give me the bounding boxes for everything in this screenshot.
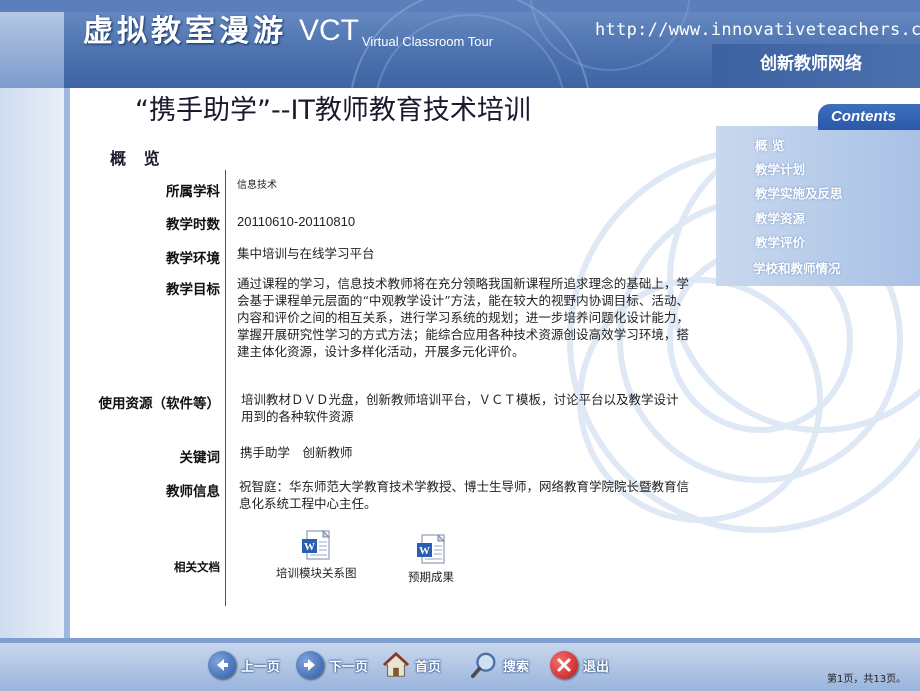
page-indicator: 第1页，共13页。 bbox=[827, 674, 907, 685]
contents-item-evaluation[interactable]: 教学评价 bbox=[755, 232, 805, 251]
close-icon bbox=[550, 651, 578, 679]
arrow-right-icon bbox=[296, 651, 324, 679]
home-label: 首页 bbox=[415, 659, 442, 675]
next-page-label: 下一页 bbox=[329, 659, 369, 675]
contents-item-school-teacher[interactable]: 学校和教师情况 bbox=[753, 258, 841, 277]
network-name: 创新教师网络 bbox=[760, 54, 862, 74]
next-page-button[interactable]: 下一页 bbox=[296, 650, 368, 680]
field-value-teacher: 祝智庭：华东师范大学教育技术学教授、博士生导师，网络教育学院院长暨教育信息化系统… bbox=[239, 479, 690, 511]
magnifier-icon bbox=[470, 651, 498, 679]
svg-text:W: W bbox=[419, 545, 430, 557]
field-value-environment: 集中培训与在线学习平台 bbox=[237, 246, 375, 261]
field-label-subject: 所属学科 bbox=[166, 184, 220, 200]
home-icon bbox=[382, 651, 410, 679]
document-label: 培训模块关系图 bbox=[276, 566, 357, 580]
label-divider bbox=[225, 170, 226, 606]
brand-title-chinese: 虚拟教室漫游 bbox=[83, 14, 287, 49]
field-label-goals: 教学目标 bbox=[166, 282, 220, 298]
field-value-goals: 通过课程的学习，信息技术教师将在充分领略我国新课程所追求理念的基础上，学会基于课… bbox=[237, 276, 689, 359]
contents-item-overview[interactable]: 概 览 bbox=[755, 135, 784, 154]
field-value-keywords: 携手助学 创新教师 bbox=[240, 445, 353, 460]
field-value-subject: 信息技术 bbox=[237, 180, 277, 191]
left-decorative-bar bbox=[64, 88, 70, 643]
site-url[interactable]: http://www.innovativeteachers.cn bbox=[595, 20, 920, 40]
contents-item-plan[interactable]: 教学计划 bbox=[755, 159, 805, 178]
field-label-keywords: 关键词 bbox=[179, 450, 221, 466]
contents-title: Contents bbox=[831, 108, 896, 125]
document-link-module-diagram[interactable]: W 培训模块关系图 bbox=[276, 530, 357, 581]
field-label-resources: 使用资源（软件等） bbox=[98, 396, 221, 412]
home-button[interactable]: 首页 bbox=[382, 650, 441, 680]
exit-button[interactable]: 退出 bbox=[550, 650, 609, 680]
field-label-environment: 教学环境 bbox=[166, 251, 220, 267]
field-label-teacher: 教师信息 bbox=[166, 484, 220, 500]
search-label: 搜索 bbox=[503, 659, 530, 675]
document-label: 预期成果 bbox=[408, 570, 454, 584]
prev-page-label: 上一页 bbox=[241, 659, 281, 675]
document-link-expected-results[interactable]: W 预期成果 bbox=[408, 534, 454, 585]
search-button[interactable]: 搜索 bbox=[470, 650, 529, 680]
field-value-resources: 培训教材ＤＶＤ光盘，创新教师培训平台，ＶＣＴ模板，讨论平台以及教学设计用到的各种… bbox=[241, 392, 679, 424]
bottom-navigation-bar bbox=[0, 643, 920, 691]
field-value-hours: 20110610-20110810 bbox=[237, 214, 356, 229]
header-banner: 虚拟教室漫游 VCT Virtual Classroom Tour http:/… bbox=[0, 0, 920, 88]
field-label-documents: 相关文档 bbox=[174, 560, 220, 574]
word-doc-icon: W bbox=[302, 530, 331, 560]
brand-subtitle: Virtual Classroom Tour bbox=[362, 34, 494, 49]
overview-heading: 概 览 bbox=[110, 149, 166, 168]
brand-vct: VCT bbox=[299, 14, 359, 47]
page-title: “携手助学”--IT教师教育技术培训 bbox=[135, 95, 531, 126]
svg-text:W: W bbox=[304, 541, 315, 553]
arrow-left-icon bbox=[208, 651, 236, 679]
contents-item-implementation[interactable]: 教学实施及反思 bbox=[755, 183, 843, 202]
prev-page-button[interactable]: 上一页 bbox=[208, 650, 280, 680]
field-label-hours: 教学时数 bbox=[166, 217, 220, 233]
exit-label: 退出 bbox=[583, 659, 610, 675]
contents-item-resources[interactable]: 教学资源 bbox=[755, 208, 805, 227]
left-decorative-band bbox=[0, 88, 66, 643]
word-doc-icon: W bbox=[417, 534, 446, 564]
